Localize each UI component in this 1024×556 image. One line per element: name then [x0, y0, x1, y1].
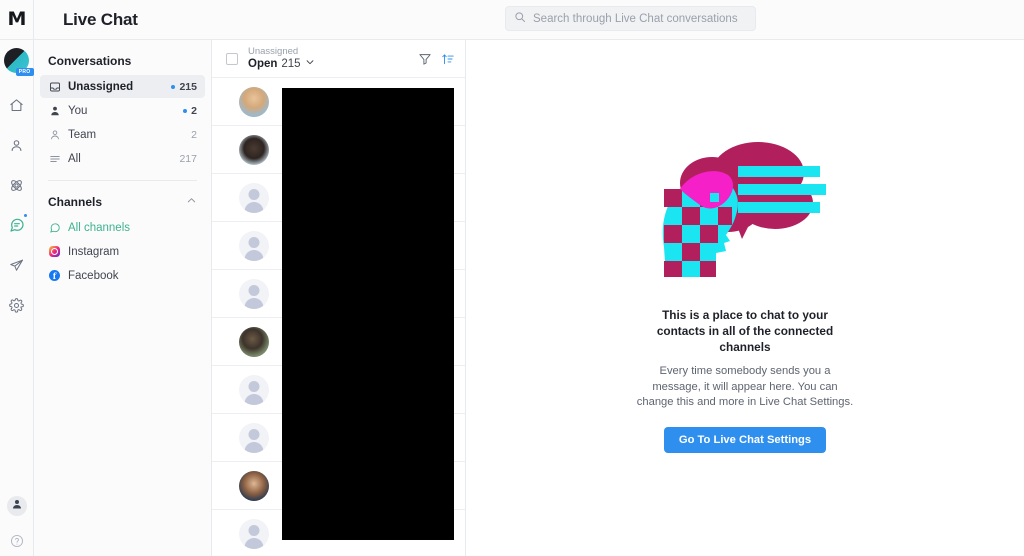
user-outline-icon [48, 128, 61, 141]
empty-state-title: This is a place to chat to your contacts… [656, 308, 834, 355]
instagram-icon [48, 245, 61, 258]
avatar [239, 374, 269, 405]
unread-dot [183, 108, 188, 113]
automation-icon [9, 178, 24, 193]
sidebar-item-count: 215 [171, 81, 197, 93]
help-circle-icon [10, 534, 24, 548]
user-filled-icon [48, 104, 61, 117]
contacts-icon [9, 138, 24, 153]
rail-item-home[interactable] [4, 92, 30, 118]
all-channels-icon [48, 221, 61, 234]
conversation-filter-list: Unassigned 215 You 2 Team 2 All 217 [34, 75, 211, 170]
avatar [239, 470, 269, 501]
avatar [239, 230, 269, 261]
sidebar-item-count: 2 [183, 105, 197, 117]
sidebar-item-label: Team [68, 128, 97, 141]
channel-item-label: Instagram [68, 245, 120, 258]
rail-item-contacts[interactable] [4, 132, 30, 158]
count-value: 217 [179, 152, 197, 165]
select-all-checkbox[interactable] [226, 52, 238, 65]
live-chat-notification-dot [22, 213, 28, 218]
rail-item-campaigns[interactable] [4, 252, 30, 278]
count-value: 2 [191, 104, 197, 117]
settings-gear-icon [9, 297, 24, 313]
avatar [239, 518, 269, 549]
rail-bottom-items [0, 496, 34, 554]
rail-item-account[interactable] [7, 496, 27, 516]
channel-item-label: All channels [68, 221, 131, 234]
inbox-icon [48, 80, 61, 93]
channel-list: All channels Instagram f Facebook [34, 216, 211, 287]
redaction-overlay [282, 88, 454, 540]
pro-badge: PRO [15, 68, 34, 76]
sidebar-item-all[interactable]: All 217 [40, 147, 205, 170]
go-to-live-chat-settings-button[interactable]: Go To Live Chat Settings [663, 426, 827, 453]
rail-item-help[interactable] [4, 528, 30, 554]
conversation-status-filter[interactable]: Unassigned Open 215 [248, 46, 408, 71]
app-logo[interactable]: M [0, 0, 34, 40]
channels-heading[interactable]: Channels [34, 181, 211, 216]
chevron-up-icon[interactable] [186, 195, 197, 209]
count-value: 2 [191, 128, 197, 141]
sidebar-item-team[interactable]: Team 2 [40, 123, 205, 146]
search-icon [514, 10, 526, 28]
sort-ascending-icon[interactable] [441, 52, 455, 66]
conversations-heading: Conversations [34, 49, 211, 75]
sidebar-item-label: Unassigned [68, 80, 134, 93]
left-icon-rail: M PRO [0, 0, 34, 556]
list-header-icons [418, 52, 455, 66]
unread-dot [171, 84, 176, 89]
filter-count: 215 [281, 57, 301, 70]
facebook-icon: f [48, 269, 61, 282]
rail-item-live-chat[interactable] [4, 212, 30, 238]
home-icon [9, 98, 24, 113]
conversations-sidebar: Conversations Unassigned 215 You 2 Team … [34, 40, 212, 556]
channels-heading-label: Channels [48, 195, 103, 209]
conversation-list-header: Unassigned Open 215 [212, 40, 465, 78]
send-icon [9, 258, 24, 273]
sidebar-item-you[interactable]: You 2 [40, 99, 205, 122]
avatar [239, 86, 269, 117]
main-empty-state: This is a place to chat to your contacts… [466, 40, 1024, 556]
live-chat-icon [9, 217, 25, 233]
rail-item-automation[interactable] [4, 172, 30, 198]
avatar [239, 326, 269, 357]
logo-mark: M [7, 8, 27, 30]
sidebar-item-count: 2 [191, 129, 197, 141]
list-icon [48, 152, 61, 165]
sidebar-item-facebook[interactable]: f Facebook [40, 264, 205, 287]
sidebar-item-all-channels[interactable]: All channels [40, 216, 205, 239]
top-header: Live Chat [34, 0, 1024, 40]
funnel-filter-icon[interactable] [418, 52, 432, 66]
search-input[interactable] [533, 12, 743, 25]
empty-state-body: Every time somebody sends you a message,… [636, 365, 854, 409]
filter-label: Open [248, 57, 278, 70]
sidebar-item-label: All [68, 152, 81, 165]
page-title: Live Chat [63, 9, 138, 29]
sidebar-item-count: 217 [179, 153, 197, 165]
live-chat-app: M PRO Live Chat Search through Live Chat… [0, 0, 1024, 556]
channel-item-label: Facebook [68, 269, 119, 282]
search-box[interactable] [505, 6, 756, 31]
rail-item-settings[interactable] [4, 292, 30, 318]
sidebar-item-unassigned[interactable]: Unassigned 215 [40, 75, 205, 98]
chat-head-speech-bubble-illustration [650, 131, 840, 281]
chevron-down-icon[interactable] [305, 57, 315, 71]
avatar [239, 278, 269, 309]
avatar [239, 182, 269, 213]
rail-nav-items [4, 92, 30, 318]
conversations-heading-label: Conversations [48, 54, 132, 68]
avatar [239, 422, 269, 453]
user-avatar-icon [11, 497, 23, 515]
sidebar-item-label: You [68, 104, 88, 117]
count-value: 215 [179, 80, 197, 93]
sidebar-item-instagram[interactable]: Instagram [40, 240, 205, 263]
filter-sub-label: Unassigned [248, 46, 299, 57]
avatar [239, 134, 269, 165]
workspace-avatar[interactable]: PRO [3, 48, 34, 76]
